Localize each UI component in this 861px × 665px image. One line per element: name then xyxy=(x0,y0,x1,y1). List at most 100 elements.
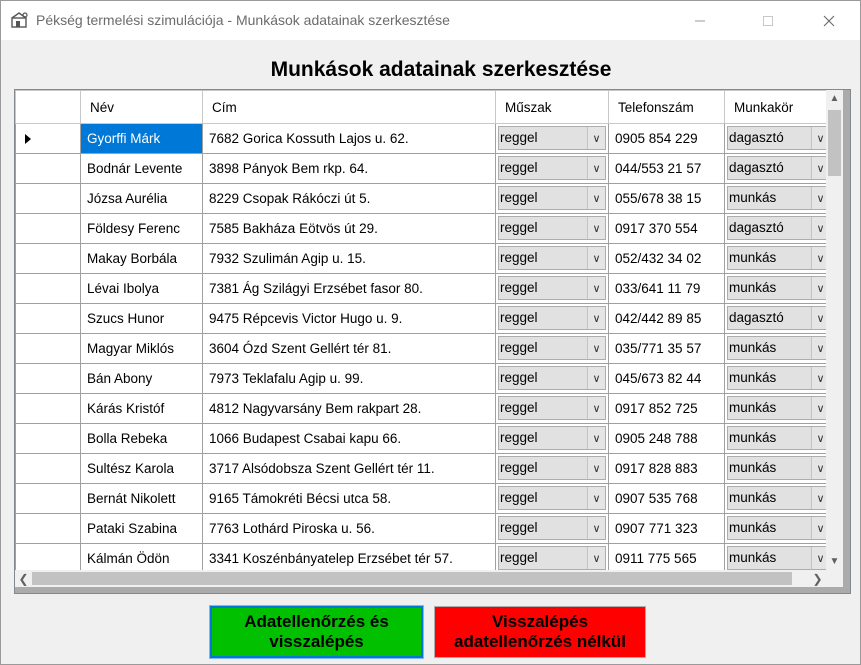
cell-telefonszam[interactable]: 045/673 82 44 xyxy=(608,363,725,394)
cell-telefonszam[interactable]: 0905 854 229 xyxy=(608,123,725,154)
cell-cim[interactable]: 4812 Nagyvarsány Bem rakpart 28. xyxy=(202,393,496,424)
combo-box[interactable]: munkás ∨ xyxy=(726,425,832,453)
vertical-scrollbar[interactable]: ▲ ▼ xyxy=(826,90,843,570)
column-header-cim[interactable]: Cím xyxy=(202,90,496,124)
cell-cim[interactable]: 7682 Gorica Kossuth Lajos u. 62. xyxy=(202,123,496,154)
cell-cim[interactable]: 3604 Ózd Szent Gellért tér 81. xyxy=(202,333,496,364)
row-header[interactable] xyxy=(15,363,81,394)
column-header-muszak[interactable]: Műszak xyxy=(495,90,609,124)
combo-box[interactable]: dagasztó ∨ xyxy=(726,155,832,183)
cell-munkakor[interactable]: munkás ∨ xyxy=(724,543,833,574)
cell-nev[interactable]: Gyorffi Márk xyxy=(80,123,203,154)
cell-muszak[interactable]: reggel ∨ xyxy=(495,453,609,484)
combo-box[interactable]: reggel ∨ xyxy=(497,275,608,303)
cell-nev[interactable]: Földesy Ferenc xyxy=(80,213,203,244)
cell-nev[interactable]: Lévai Ibolya xyxy=(80,273,203,304)
row-header[interactable] xyxy=(15,273,81,304)
cell-nev[interactable]: Kárás Kristóf xyxy=(80,393,203,424)
table-row[interactable]: Földesy Ferenc 7585 Bakháza Eötvös út 29.… xyxy=(15,213,833,244)
table-row[interactable]: Kárás Kristóf 4812 Nagyvarsány Bem rakpar… xyxy=(15,393,833,424)
cell-nev[interactable]: Kálmán Ödön xyxy=(80,543,203,574)
cell-muszak[interactable]: reggel ∨ xyxy=(495,393,609,424)
combo-box[interactable]: reggel ∨ xyxy=(497,305,608,333)
cell-nev[interactable]: Szucs Hunor xyxy=(80,303,203,334)
chevron-down-icon[interactable]: ∨ xyxy=(587,247,605,269)
cell-muszak[interactable]: reggel ∨ xyxy=(495,153,609,184)
cell-munkakor[interactable]: munkás ∨ xyxy=(724,393,833,424)
cell-muszak[interactable]: reggel ∨ xyxy=(495,543,609,574)
table-row[interactable]: Lévai Ibolya 7381 Ág Szilágyi Erzsébet fa… xyxy=(15,273,833,304)
scroll-up-icon[interactable]: ▲ xyxy=(826,90,843,107)
cell-cim[interactable]: 1066 Budapest Csabai kapu 66. xyxy=(202,423,496,454)
cell-munkakor[interactable]: munkás ∨ xyxy=(724,453,833,484)
chevron-down-icon[interactable]: ∨ xyxy=(587,337,605,359)
row-header[interactable] xyxy=(15,513,81,544)
combo-box[interactable]: dagasztó ∨ xyxy=(726,125,832,153)
combo-box[interactable]: reggel ∨ xyxy=(497,455,608,483)
cell-telefonszam[interactable]: 044/553 21 57 xyxy=(608,153,725,184)
cell-telefonszam[interactable]: 0911 775 565 xyxy=(608,543,725,574)
cell-telefonszam[interactable]: 0917 852 725 xyxy=(608,393,725,424)
cell-telefonszam[interactable]: 055/678 38 15 xyxy=(608,183,725,214)
table-row[interactable]: Gyorffi Márk 7682 Gorica Kossuth Lajos u.… xyxy=(15,123,833,154)
cell-munkakor[interactable]: munkás ∨ xyxy=(724,363,833,394)
row-header[interactable] xyxy=(15,333,81,364)
cell-cim[interactable]: 7381 Ág Szilágyi Erzsébet fasor 80. xyxy=(202,273,496,304)
cell-cim[interactable]: 3717 Alsódobsza Szent Gellért tér 11. xyxy=(202,453,496,484)
cell-telefonszam[interactable]: 0907 771 323 xyxy=(608,513,725,544)
close-button[interactable] xyxy=(806,1,852,40)
cell-nev[interactable]: Bernát Nikolett xyxy=(80,483,203,514)
cell-munkakor[interactable]: munkás ∨ xyxy=(724,243,833,274)
vertical-scroll-thumb[interactable] xyxy=(828,110,841,176)
table-row[interactable]: Bolla Rebeka 1066 Budapest Csabai kapu 66… xyxy=(15,423,833,454)
workers-grid[interactable]: Név Cím Műszak Telefonszám Munkakör Gyor… xyxy=(14,89,851,594)
row-header[interactable] xyxy=(15,243,81,274)
cell-cim[interactable]: 3341 Koszénbányatelep Erzsébet tér 57. xyxy=(202,543,496,574)
cell-muszak[interactable]: reggel ∨ xyxy=(495,213,609,244)
horizontal-scroll-thumb[interactable] xyxy=(32,572,792,585)
chevron-down-icon[interactable]: ∨ xyxy=(587,157,605,179)
cell-munkakor[interactable]: munkás ∨ xyxy=(724,273,833,304)
minimize-button[interactable] xyxy=(677,1,723,40)
cell-cim[interactable]: 3898 Pányok Bem rkp. 64. xyxy=(202,153,496,184)
cell-nev[interactable]: Magyar Miklós xyxy=(80,333,203,364)
cell-telefonszam[interactable]: 042/442 89 85 xyxy=(608,303,725,334)
cell-nev[interactable]: Bolla Rebeka xyxy=(80,423,203,454)
chevron-down-icon[interactable]: ∨ xyxy=(587,277,605,299)
combo-box[interactable]: reggel ∨ xyxy=(497,365,608,393)
combo-box[interactable]: reggel ∨ xyxy=(497,425,608,453)
cell-telefonszam[interactable]: 0917 828 883 xyxy=(608,453,725,484)
cell-muszak[interactable]: reggel ∨ xyxy=(495,483,609,514)
cell-munkakor[interactable]: munkás ∨ xyxy=(724,183,833,214)
scroll-right-icon[interactable]: ❯ xyxy=(809,570,826,587)
column-header-telefonszam[interactable]: Telefonszám xyxy=(608,90,725,124)
row-header[interactable] xyxy=(15,153,81,184)
cell-muszak[interactable]: reggel ∨ xyxy=(495,363,609,394)
cell-nev[interactable]: Bodnár Levente xyxy=(80,153,203,184)
cell-telefonszam[interactable]: 033/641 11 79 xyxy=(608,273,725,304)
table-row[interactable]: Makay Borbála 7932 Szulimán Agip u. 15. re… xyxy=(15,243,833,274)
table-row[interactable]: Bán Abony 7973 Teklafalu Agip u. 99. regge… xyxy=(15,363,833,394)
cell-cim[interactable]: 9475 Répcevis Victor Hugo u. 9. xyxy=(202,303,496,334)
chevron-down-icon[interactable]: ∨ xyxy=(587,187,605,209)
table-row[interactable]: Bodnár Levente 3898 Pányok Bem rkp. 64. re… xyxy=(15,153,833,184)
cell-munkakor[interactable]: dagasztó ∨ xyxy=(724,123,833,154)
cell-nev[interactable]: Makay Borbála xyxy=(80,243,203,274)
table-row[interactable]: Magyar Miklós 3604 Ózd Szent Gellért tér … xyxy=(15,333,833,364)
row-header[interactable] xyxy=(15,483,81,514)
cell-cim[interactable]: 7585 Bakháza Eötvös út 29. xyxy=(202,213,496,244)
maximize-button[interactable] xyxy=(745,1,791,40)
cell-munkakor[interactable]: munkás ∨ xyxy=(724,423,833,454)
combo-box[interactable]: reggel ∨ xyxy=(497,395,608,423)
cell-muszak[interactable]: reggel ∨ xyxy=(495,123,609,154)
cell-munkakor[interactable]: munkás ∨ xyxy=(724,483,833,514)
scroll-left-icon[interactable]: ❮ xyxy=(15,570,32,587)
cell-nev[interactable]: Sultész Karola xyxy=(80,453,203,484)
combo-box[interactable]: munkás ∨ xyxy=(726,545,832,573)
combo-box[interactable]: munkás ∨ xyxy=(726,365,832,393)
cell-nev[interactable]: Józsa Aurélia xyxy=(80,183,203,214)
row-header[interactable] xyxy=(15,123,81,154)
cell-telefonszam[interactable]: 035/771 35 57 xyxy=(608,333,725,364)
cell-muszak[interactable]: reggel ∨ xyxy=(495,513,609,544)
cell-telefonszam[interactable]: 0907 535 768 xyxy=(608,483,725,514)
